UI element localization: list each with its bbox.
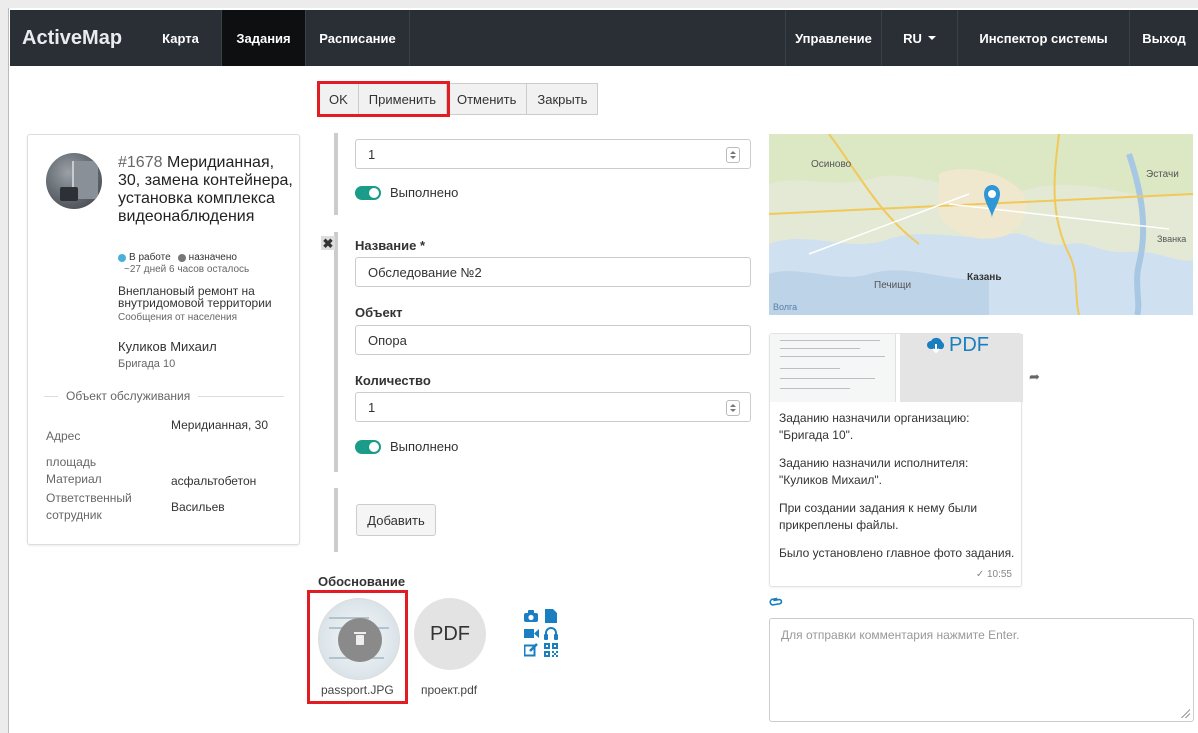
map-label-estachi: Эстачи [1146, 169, 1179, 180]
remove-item-icon[interactable]: ✖ [321, 236, 335, 250]
spinner-icon[interactable] [726, 400, 740, 416]
toggle-switch-icon [355, 185, 381, 200]
attachment-type-icons [521, 609, 561, 657]
task-assignee: Куликов Михаил [118, 339, 217, 354]
status-badges: В работе назначено [118, 252, 237, 263]
field-key-material: Материал [46, 472, 102, 486]
feed-message-3: При создании задания к нему были прикреп… [779, 501, 978, 532]
item-divider-2 [334, 232, 338, 472]
camera-icon[interactable] [521, 609, 541, 623]
edit-icon[interactable] [521, 643, 541, 657]
file-name-passport[interactable]: passport.JPG [321, 683, 394, 697]
feed-message-1: Заданию назначили организацию: "Бригада … [779, 411, 970, 442]
comment-placeholder: Для отправки комментария нажмите Enter. [781, 628, 1020, 642]
field-value-responsible: Васильев [171, 500, 225, 514]
status-dot-assigned [177, 253, 186, 262]
location-map[interactable]: Осиново Эстачи Казань Печищи Званка Волг… [769, 134, 1193, 315]
feed-message-2: Заданию назначили исполнителя: "Куликов … [779, 456, 969, 487]
status-assigned: назначено [188, 252, 237, 263]
quantity-field-label: Количество [355, 373, 431, 388]
field-value-address: Меридианная, 30 [171, 418, 269, 432]
map-label-volga: Волга [773, 302, 797, 312]
nav-spacer [410, 10, 786, 66]
field-key-responsible: Ответственный сотрудник [46, 491, 132, 522]
file-icon[interactable] [541, 609, 561, 623]
pdf-file-thumbnail[interactable]: PDF [414, 598, 486, 670]
object-field[interactable]: Опора [355, 325, 751, 355]
item-divider-1 [334, 133, 338, 215]
field-key-address: Адрес [46, 429, 81, 443]
pdf-download-label[interactable]: PDF [926, 334, 989, 357]
task-photo-avatar[interactable] [46, 153, 102, 209]
highlight-box-toolbar [317, 81, 450, 117]
pdf-text: PDF [949, 334, 989, 356]
name-field-value: Обследование №2 [368, 264, 482, 280]
task-team: Бригада 10 [118, 358, 176, 370]
headphones-icon[interactable] [541, 626, 561, 640]
spinner-icon[interactable] [726, 147, 740, 163]
cloud-download-icon [927, 337, 945, 353]
task-number: #1678 [118, 154, 163, 171]
toggle-switch-icon [355, 439, 381, 454]
status-in-work: В работе [129, 252, 171, 263]
quantity-stepper-top[interactable]: 1 [355, 139, 751, 169]
activity-feed-card: PDF Заданию назначили организацию: "Бриг… [769, 333, 1023, 587]
name-field[interactable]: Обследование №2 [355, 257, 751, 287]
done-toggle-top[interactable]: Выполнено [355, 185, 458, 200]
done-toggle[interactable]: Выполнено [355, 439, 458, 454]
map-label-pechishchi: Печищи [874, 280, 911, 291]
passport-document-preview[interactable] [770, 334, 896, 402]
object-field-label: Объект [355, 305, 403, 320]
share-arrow-icon[interactable]: ➦ [1029, 369, 1040, 385]
nav-language[interactable]: RU [882, 10, 958, 66]
task-title: #1678 Меридианная, 30, замена контейнера… [118, 154, 293, 226]
nav-management[interactable]: Управление [786, 10, 882, 66]
file-name-project[interactable]: проект.pdf [421, 683, 477, 697]
map-tiles: Осиново Эстачи Казань Печищи Званка Волг… [769, 134, 1193, 315]
status-dot-in-work [118, 253, 126, 262]
map-label-kazan: Казань [967, 272, 1002, 283]
qr-code-icon[interactable] [541, 643, 561, 657]
resize-handle-icon[interactable] [1180, 708, 1190, 718]
comment-input[interactable]: Для отправки комментария нажмите Enter. [769, 618, 1194, 722]
field-value-material: асфальтобетон [171, 474, 257, 488]
nav-map[interactable]: Карта [140, 10, 222, 66]
nav-logout[interactable]: Выход [1130, 10, 1198, 66]
task-card: #1678 Меридианная, 30, замена контейнера… [27, 134, 300, 545]
brand-logo[interactable]: ActiveMap [10, 10, 140, 66]
time-left: ~27 дней 6 часов осталось [124, 264, 250, 275]
justification-label: Обоснование [318, 574, 406, 589]
chevron-down-icon [927, 36, 936, 40]
nav-tasks[interactable]: Задания [222, 10, 306, 66]
language-label: RU [903, 30, 922, 46]
object-section-header: Объект обслуживания [44, 389, 284, 403]
task-source: Сообщения от населения [118, 312, 237, 323]
quantity-value-top: 1 [368, 146, 376, 162]
add-button[interactable]: Добавить [356, 504, 436, 536]
object-field-value: Опора [368, 332, 407, 348]
map-label-osinovo: Осиново [811, 159, 852, 170]
nav-schedule[interactable]: Расписание [306, 10, 410, 66]
message-timestamp: ✓ 10:55 [975, 569, 1012, 580]
top-navbar: ActiveMap Карта Задания Расписание Управ… [10, 10, 1198, 66]
close-button[interactable]: Закрыть [526, 83, 599, 115]
cancel-button[interactable]: Отменить [445, 83, 528, 115]
nav-inspector[interactable]: Инспектор системы [958, 10, 1130, 66]
task-category: Внеплановый ремонт на внутридомовой терр… [118, 284, 272, 310]
map-label-zvanka: Званка [1157, 234, 1186, 244]
quantity-value: 1 [368, 399, 376, 415]
done-label-top: Выполнено [390, 185, 459, 200]
name-field-label: Название * [355, 238, 426, 253]
video-icon[interactable] [521, 626, 541, 640]
feed-message-4: Было установлено главное фото задания. [779, 546, 1015, 560]
item-divider-3 [334, 488, 338, 552]
object-section-title: Объект обслуживания [66, 389, 191, 403]
field-key-area: площадь [46, 455, 97, 469]
done-label: Выполнено [390, 439, 459, 454]
quantity-stepper[interactable]: 1 [355, 392, 751, 422]
